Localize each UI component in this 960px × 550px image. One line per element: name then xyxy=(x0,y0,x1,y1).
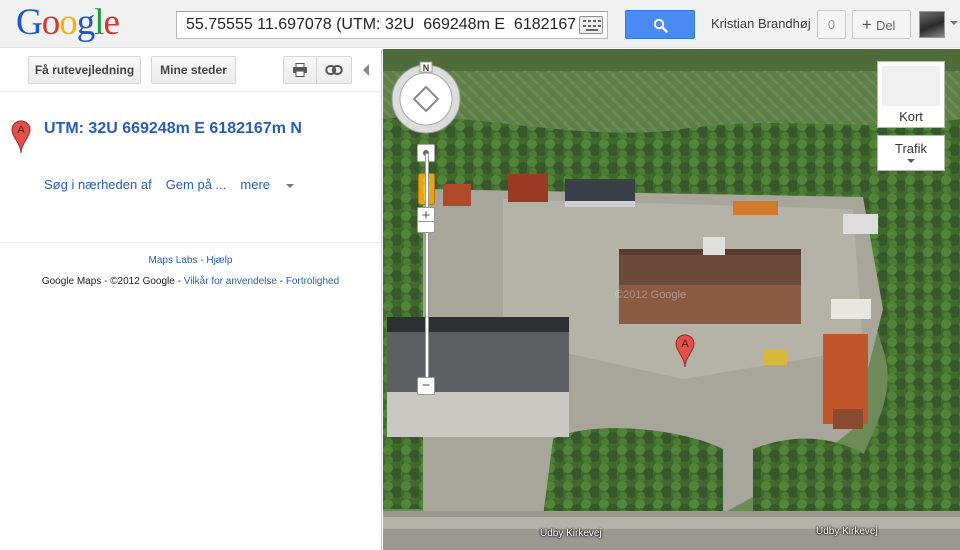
road-label: Udby Kirkevej xyxy=(816,526,878,537)
footer-links: Maps Labs - Hjælp xyxy=(0,255,381,266)
notification-count[interactable]: 0 xyxy=(817,10,846,39)
zoom-out-button[interactable]: − xyxy=(417,377,435,395)
footer-separator: - xyxy=(276,276,286,287)
search-box xyxy=(176,11,608,39)
copyright-text: Google Maps - ©2012 Google - xyxy=(41,276,184,287)
location-marker-icon[interactable]: A xyxy=(675,334,695,368)
logo-letter: o xyxy=(41,2,60,43)
privacy-link[interactable]: Fortrolighed xyxy=(286,276,339,287)
footer-legal: Google Maps - ©2012 Google - Vilkår for … xyxy=(0,276,381,287)
top-bar: Google Kristian Brandhøj 0 +Del xyxy=(0,0,960,48)
more-link[interactable]: mere xyxy=(240,177,295,192)
pan-control[interactable]: N xyxy=(389,61,463,135)
my-places-button[interactable]: Mine steder xyxy=(151,56,236,84)
google-logo[interactable]: Google xyxy=(16,2,120,43)
chevron-down-icon[interactable] xyxy=(950,21,958,25)
collapse-panel-icon[interactable] xyxy=(363,64,369,76)
imagery-watermark: ©2012 Google xyxy=(615,289,687,301)
result-title[interactable]: UTM: 32U 669248m E 6182167m N xyxy=(44,120,302,138)
marker-letter: A xyxy=(681,338,689,350)
help-link[interactable]: Hjælp xyxy=(206,255,232,266)
print-button[interactable] xyxy=(283,56,317,84)
plus-icon: + xyxy=(862,15,872,34)
link-icon xyxy=(325,65,343,75)
logo-letter: e xyxy=(103,2,120,43)
get-directions-button[interactable]: Få rutevejledning xyxy=(28,56,141,84)
user-name[interactable]: Kristian Brandhøj xyxy=(711,16,811,31)
road-label: Udby Kirkevej xyxy=(540,528,602,539)
link-button[interactable] xyxy=(317,56,352,84)
search-icon xyxy=(653,18,668,33)
traffic-label: Trafik xyxy=(894,141,928,156)
left-panel: Få rutevejledning Mine steder A UTM: 32U… xyxy=(0,49,382,550)
logo-letter: o xyxy=(59,2,77,43)
map-canvas[interactable]: N + − Kort Trafik ©2012 Google A Udby Ki… xyxy=(383,49,960,550)
logo-letter: G xyxy=(16,2,43,43)
chevron-down-icon xyxy=(907,159,915,163)
panel-toolbar: Få rutevejledning Mine steder xyxy=(0,49,381,92)
traffic-layer-button[interactable]: Trafik xyxy=(877,135,945,171)
logo-letter: l xyxy=(94,2,104,43)
divider xyxy=(0,242,381,243)
result-actions: Søg i nærheden af Gem på ... mere xyxy=(44,177,295,192)
marker-letter: A xyxy=(17,124,25,136)
maps-labs-link[interactable]: Maps Labs xyxy=(149,255,198,266)
footer-separator: - xyxy=(197,255,207,266)
search-button[interactable] xyxy=(625,10,695,39)
map-thumbnail xyxy=(882,66,940,106)
map-type-label: Kort xyxy=(899,109,923,124)
marker-a-icon[interactable]: A xyxy=(11,120,31,154)
chevron-down-icon xyxy=(286,183,295,188)
share-button[interactable]: + Del xyxy=(852,10,911,39)
map-type-map-button[interactable]: Kort xyxy=(877,61,945,128)
zoom-slider-track[interactable] xyxy=(425,153,429,385)
compass-north-label: N xyxy=(423,63,430,73)
logo-letter: g xyxy=(76,2,95,43)
more-label: mere xyxy=(240,177,271,192)
save-to-link[interactable]: Gem på ... xyxy=(166,177,227,192)
terms-link[interactable]: Vilkår for anvendelse xyxy=(184,276,277,287)
avatar[interactable] xyxy=(919,11,945,38)
share-label: Del xyxy=(875,18,896,33)
search-nearby-link[interactable]: Søg i nærheden af xyxy=(44,177,152,192)
search-input[interactable] xyxy=(177,12,575,38)
keyboard-icon[interactable] xyxy=(579,16,603,34)
print-icon xyxy=(293,63,307,77)
zoom-slider-handle[interactable] xyxy=(417,221,435,233)
